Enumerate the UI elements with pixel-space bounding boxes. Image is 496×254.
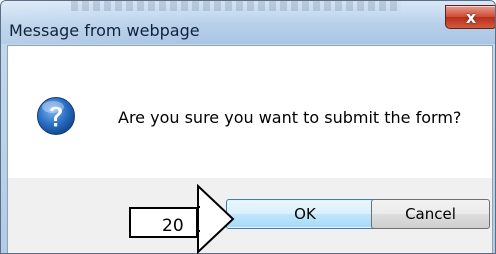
cancel-button[interactable]: Cancel	[371, 199, 490, 229]
message-dialog: Message from webpage x Are you sure you …	[0, 0, 496, 254]
ok-button[interactable]: OK	[226, 199, 384, 229]
dialog-title-bar[interactable]: Message from webpage x	[1, 1, 495, 44]
step-number: 20	[162, 216, 184, 236]
question-icon	[37, 97, 75, 135]
dialog-button-bar: OK Cancel	[7, 178, 493, 253]
dialog-message: Are you sure you want to submit the form…	[118, 108, 462, 127]
close-button[interactable]: x	[445, 5, 495, 29]
dialog-content: Are you sure you want to submit the form…	[7, 45, 493, 179]
arrow-pointer-icon	[197, 184, 235, 254]
close-icon: x	[465, 7, 477, 27]
dialog-title: Message from webpage	[9, 21, 200, 40]
